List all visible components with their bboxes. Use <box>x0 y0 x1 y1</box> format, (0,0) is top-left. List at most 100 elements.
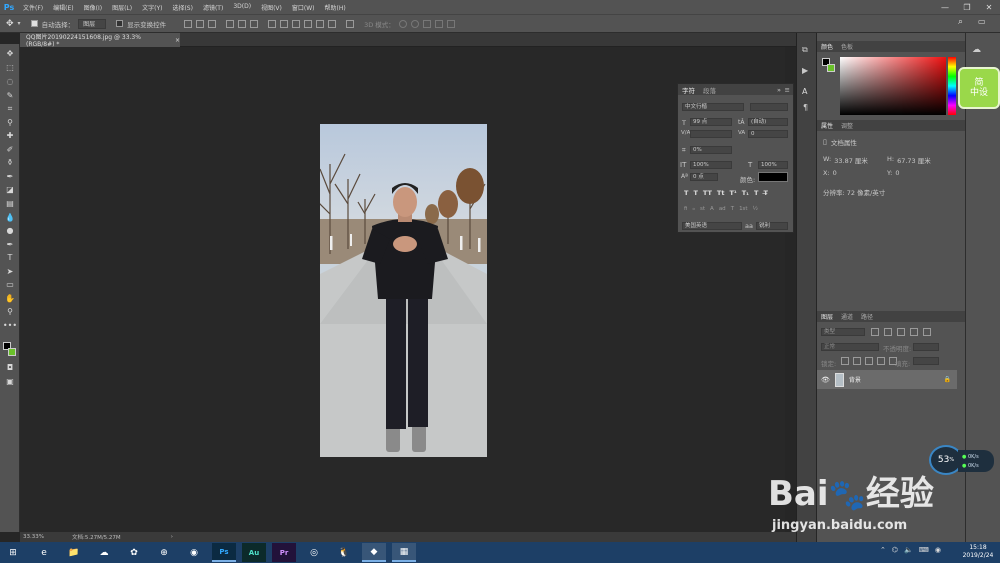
pan-3d-icon[interactable] <box>422 19 431 28</box>
close-button[interactable]: ✕ <box>978 0 1000 14</box>
more-tools-icon[interactable]: ••• <box>3 320 17 331</box>
tab-character[interactable]: 字符 <box>682 85 695 95</box>
align-top-icon[interactable] <box>184 19 193 28</box>
opentype-button-4[interactable]: ad <box>719 206 726 212</box>
menu-item-9[interactable]: 窗口(W) <box>287 3 320 12</box>
text-style-button-5[interactable]: T₁ <box>742 189 749 197</box>
opentype-button-5[interactable]: T <box>731 206 734 212</box>
maximize-button[interactable]: ❐ <box>956 0 978 14</box>
opentype-button-2[interactable]: st <box>700 206 705 212</box>
rectangle-tool-icon[interactable]: ▭ <box>3 279 17 290</box>
path-select-tool-icon[interactable]: ➤ <box>3 266 17 277</box>
taskbar-app-9[interactable]: ◎ <box>302 543 326 562</box>
menu-item-6[interactable]: 滤镜(T) <box>198 3 228 12</box>
zoom-tool-icon[interactable]: ⚲ <box>3 306 17 317</box>
distribute-bottom-icon[interactable] <box>292 19 301 28</box>
layer-filter-dropdown[interactable]: 类型 <box>821 328 865 336</box>
tray-shield-icon[interactable]: ◉ <box>935 546 941 554</box>
chevron-down-icon[interactable]: ▾ <box>18 20 21 27</box>
pen-tool-icon[interactable]: ✒ <box>3 239 17 250</box>
tab-color[interactable]: 颜色 <box>821 42 833 51</box>
roll-3d-icon[interactable] <box>410 19 419 28</box>
text-style-button-2[interactable]: TT <box>703 189 712 197</box>
menu-item-3[interactable]: 图层(L) <box>107 3 137 12</box>
status-expand-arrow[interactable]: › <box>171 534 173 540</box>
distribute-right-icon[interactable] <box>328 19 337 28</box>
tab-paragraph[interactable]: 段落 <box>703 85 716 95</box>
panel-collapse-icon[interactable]: » <box>777 86 781 94</box>
move-tool-icon[interactable]: ✥ <box>3 48 17 59</box>
filter-shape-icon[interactable] <box>910 328 918 336</box>
menu-item-1[interactable]: 编辑(E) <box>48 3 78 12</box>
language-dropdown[interactable]: 美国英语 <box>682 222 742 230</box>
fill-field[interactable] <box>913 357 939 365</box>
slide-3d-icon[interactable] <box>434 19 443 28</box>
text-style-button-0[interactable]: T <box>684 189 688 197</box>
scale-3d-icon[interactable] <box>446 19 455 28</box>
background-color-swatch[interactable] <box>8 348 16 356</box>
antialias-dropdown[interactable]: 锐利 <box>756 222 788 230</box>
opentype-button-1[interactable]: ℴ <box>692 206 695 212</box>
opentype-button-0[interactable]: fi <box>684 206 687 212</box>
vertical-scale-field[interactable]: 100% <box>690 161 732 169</box>
lock-artboard-icon[interactable] <box>877 357 885 365</box>
taskbar-app-0[interactable]: e <box>32 543 56 562</box>
text-style-button-4[interactable]: T¹ <box>729 189 736 197</box>
menu-item-7[interactable]: 3D(D) <box>228 3 256 12</box>
dodge-tool-icon[interactable]: ● <box>3 225 17 236</box>
visibility-eye-icon[interactable]: 👁 <box>821 376 830 384</box>
color-field[interactable] <box>840 57 946 115</box>
align-right-icon[interactable] <box>250 19 259 28</box>
font-family-dropdown[interactable]: 中文行楷 <box>682 103 744 111</box>
tsume-field[interactable]: 0% <box>690 146 732 154</box>
close-icon[interactable]: × <box>175 37 180 44</box>
lasso-tool-icon[interactable]: ◌ <box>3 76 17 87</box>
clone-stamp-tool-icon[interactable]: ⚱ <box>3 157 17 168</box>
distribute-vcenter-icon[interactable] <box>280 19 289 28</box>
crop-tool-icon[interactable]: ⌗ <box>3 103 17 114</box>
text-color-swatch[interactable] <box>758 172 788 182</box>
text-style-button-3[interactable]: Tt <box>717 189 725 197</box>
opentype-button-6[interactable]: 1st <box>739 206 748 212</box>
panel-menu-icon[interactable]: ≡ <box>785 86 790 94</box>
character-panel-icon[interactable]: A <box>802 87 807 96</box>
auto-select-checkbox[interactable] <box>30 20 38 27</box>
hue-slider[interactable] <box>948 57 956 115</box>
font-style-dropdown[interactable] <box>750 103 788 111</box>
layer-name[interactable]: 背景 <box>849 375 861 384</box>
hand-tool-icon[interactable]: ✋ <box>3 293 17 304</box>
show-transform-checkbox[interactable] <box>116 20 124 27</box>
distribute-top-icon[interactable] <box>268 19 277 28</box>
tab-layers[interactable]: 图层 <box>821 312 833 321</box>
taskbar-app-12[interactable]: ▦ <box>392 543 416 562</box>
taskbar-app-11[interactable]: ◆ <box>362 543 386 562</box>
menu-item-0[interactable]: 文件(F) <box>18 3 48 12</box>
eyedropper-tool-icon[interactable]: ⚲ <box>3 117 17 128</box>
align-vcenter-icon[interactable] <box>196 19 205 28</box>
opentype-button-7[interactable]: ½ <box>753 206 758 212</box>
blend-mode-dropdown[interactable]: 正常 <box>821 343 879 351</box>
taskbar-app-4[interactable]: ⊕ <box>152 543 176 562</box>
align-hcenter-icon[interactable] <box>238 19 247 28</box>
taskbar-app-5[interactable]: ◉ <box>182 543 206 562</box>
tab-paths[interactable]: 路径 <box>861 312 873 321</box>
text-style-button-6[interactable]: T <box>754 189 758 197</box>
tracking-field[interactable]: 0 <box>748 130 788 138</box>
document-tab[interactable]: QQ图片20190224151608.jpg @ 33.3%(RGB/8#) *… <box>20 33 180 48</box>
filter-pixel-icon[interactable] <box>871 328 879 336</box>
horizontal-scale-field[interactable]: 100% <box>758 161 788 169</box>
taskbar-app-10[interactable]: 🐧 <box>332 543 356 562</box>
filter-adjust-icon[interactable] <box>884 328 892 336</box>
opentype-button-3[interactable]: A <box>710 206 714 212</box>
tray-network-icon[interactable]: ⌬ <box>892 546 898 554</box>
menu-item-4[interactable]: 文字(Y) <box>137 3 167 12</box>
align-left-icon[interactable] <box>226 19 235 28</box>
taskbar-app-8[interactable]: Pr <box>272 543 296 562</box>
workspace-icon[interactable]: ▭ <box>978 17 986 26</box>
lock-transparency-icon[interactable] <box>841 357 849 365</box>
minimize-button[interactable]: — <box>934 0 956 14</box>
tray-chevron-icon[interactable]: ⌃ <box>880 546 886 554</box>
tab-channels[interactable]: 通道 <box>841 312 853 321</box>
taskbar-app-6[interactable]: Ps <box>212 543 236 562</box>
leading-field[interactable]: (自动) <box>748 118 788 126</box>
